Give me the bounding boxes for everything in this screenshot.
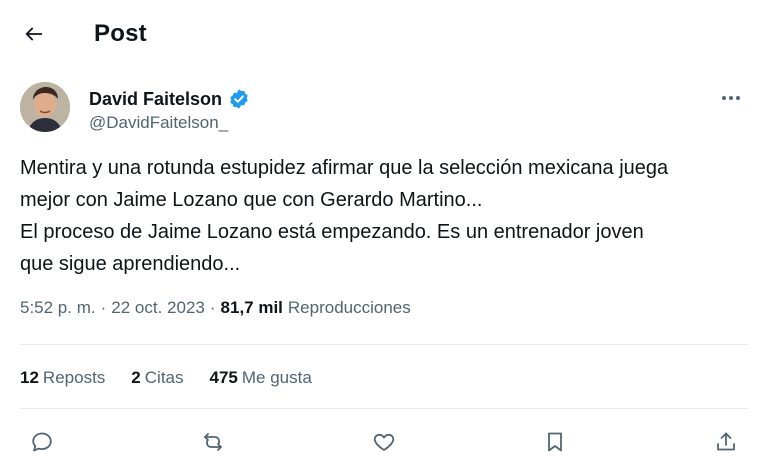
engagement-stats: 12 Reposts 2 Citas 475 Me gusta (20, 368, 312, 388)
author-name-row: David Faitelson (89, 88, 250, 110)
tweet-author: David Faitelson @DavidFaitelson_ (20, 82, 748, 138)
reposts-label: Reposts (42, 368, 106, 387)
reply-icon (32, 432, 52, 452)
reply-button[interactable] (24, 424, 60, 460)
tweet-line: que sigue aprendiendo... (20, 253, 241, 275)
likes-label: Me gusta (241, 368, 312, 387)
divider (20, 408, 748, 409)
likes-count: 475 (209, 368, 238, 387)
views-count: 81,7 mil (220, 298, 283, 317)
divider (20, 344, 748, 345)
bookmark-button[interactable] (537, 424, 573, 460)
tweet-time[interactable]: 5:52 p. m. (20, 298, 96, 318)
tweet-line: El proceso de Jaime Lozano está empezand… (20, 221, 644, 243)
bookmark-icon (548, 432, 562, 452)
repost-button[interactable] (195, 424, 231, 460)
action-bar (20, 424, 748, 460)
more-options-button[interactable] (716, 88, 746, 108)
repost-icon (204, 433, 222, 451)
meta-separator: · (209, 298, 216, 317)
page-title: Post (94, 20, 147, 47)
tweet-date[interactable]: 22 oct. 2023 (111, 298, 205, 318)
likes-stat[interactable]: 475 Me gusta (210, 368, 312, 388)
reposts-stat[interactable]: 12 Reposts (20, 368, 105, 388)
tweet-line: mejor con Jaime Lozano que con Gerardo M… (20, 189, 483, 211)
more-dots-icon (722, 96, 726, 100)
tweet-text: Mentira y una rotunda estupidez afirmar … (20, 152, 755, 280)
more-dots-icon (736, 96, 740, 100)
share-icon (717, 432, 735, 451)
share-button[interactable] (708, 424, 744, 460)
tweet-line: Mentira y una rotunda estupidez afirmar … (20, 157, 669, 179)
tweet-meta: 5:52 p. m. · 22 oct. 2023 · 81,7 mil Rep… (20, 298, 411, 318)
avatar[interactable] (20, 82, 70, 132)
heart-icon (373, 433, 395, 451)
quotes-label: Citas (144, 368, 184, 387)
like-button[interactable] (366, 424, 402, 460)
more-dots-icon (729, 96, 733, 100)
author-name[interactable]: David Faitelson (89, 89, 222, 110)
arrow-left-icon (25, 27, 43, 41)
quotes-count: 2 (131, 368, 141, 387)
author-handle[interactable]: @DavidFaitelson_ (89, 113, 228, 133)
views-label: Reproducciones (287, 298, 411, 317)
meta-separator: · (100, 298, 107, 317)
quotes-stat[interactable]: 2 Citas (131, 368, 183, 388)
reposts-count: 12 (20, 368, 39, 387)
top-bar: Post (0, 0, 768, 68)
back-button[interactable] (18, 18, 50, 50)
avatar-image (20, 82, 70, 132)
verified-badge-icon (230, 89, 248, 109)
